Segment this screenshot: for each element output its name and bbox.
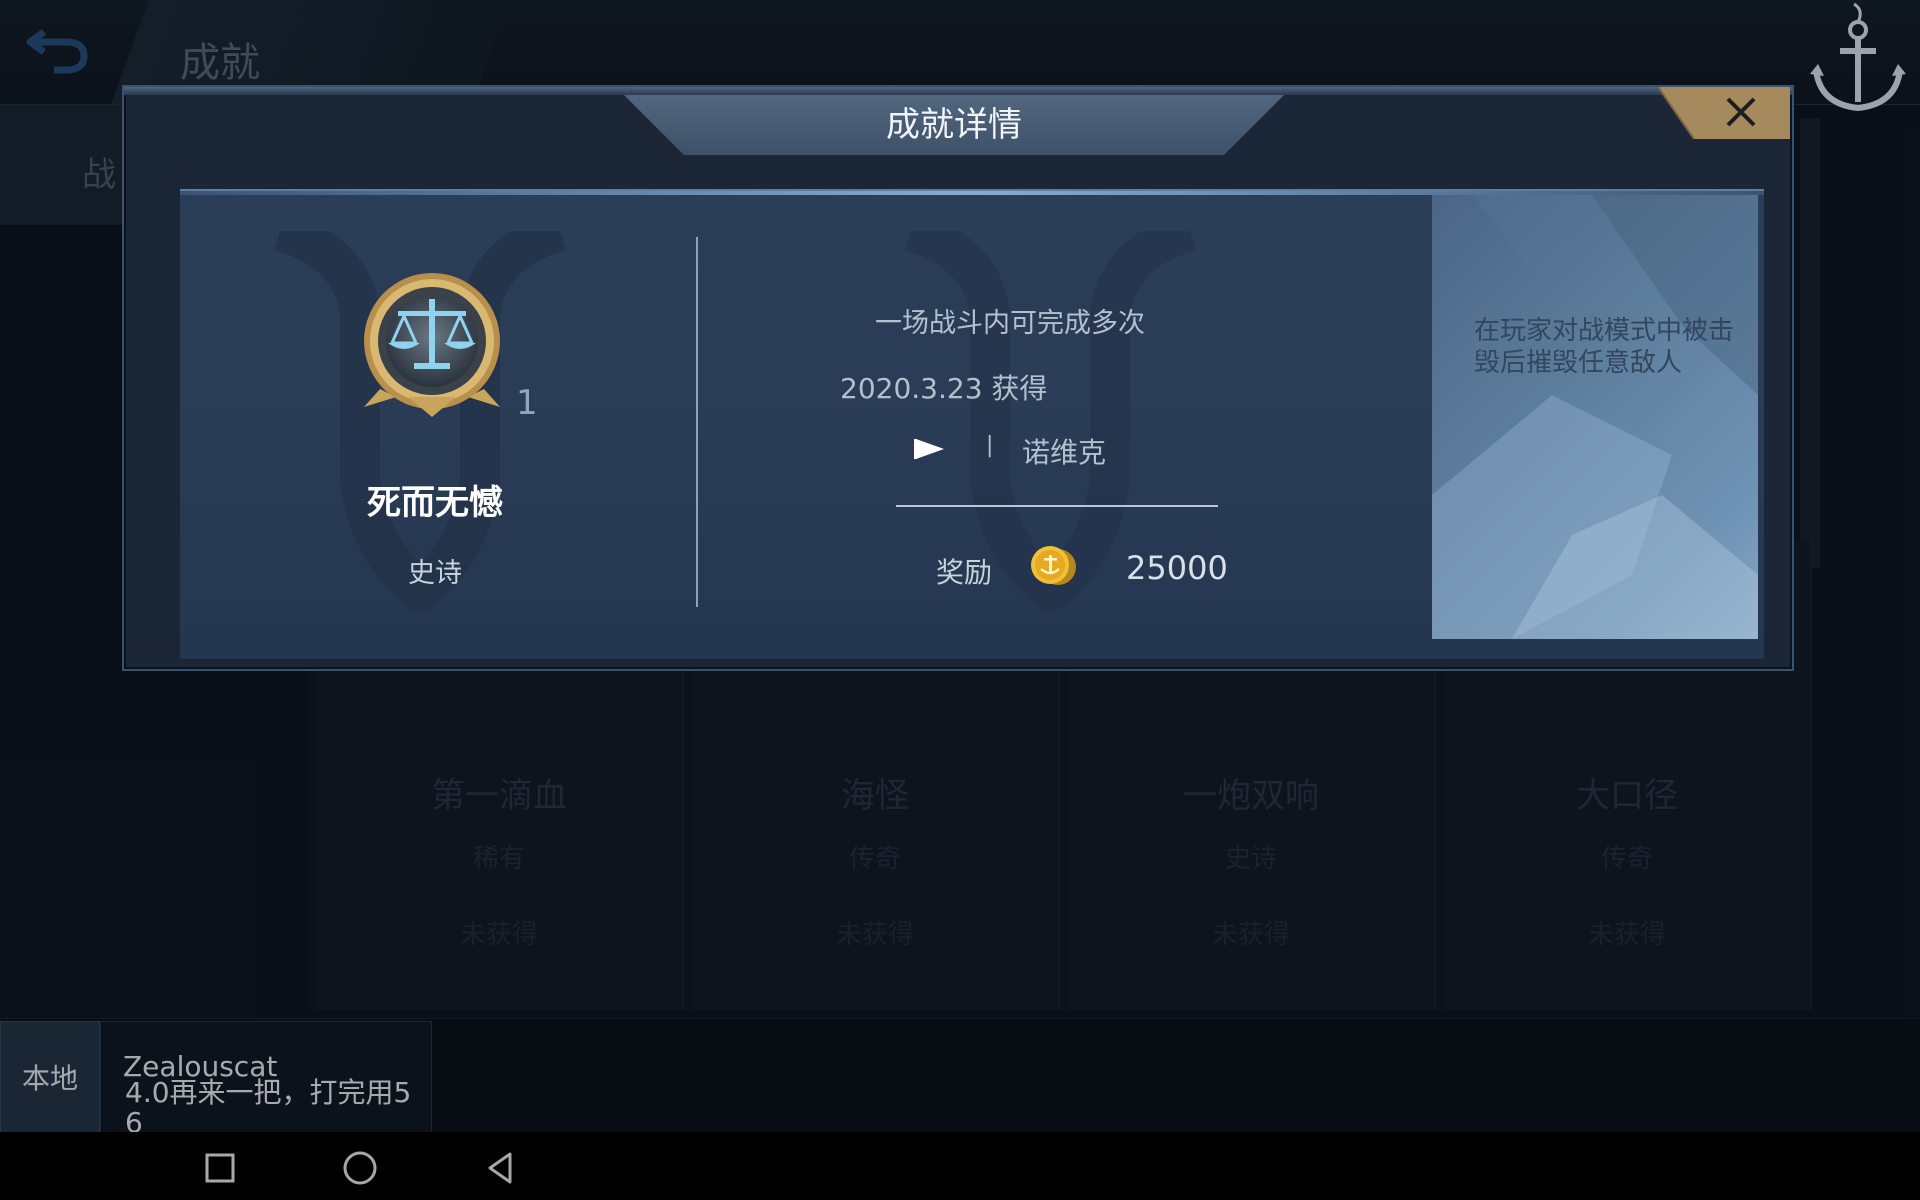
condition-text: 在玩家对战模式中被击毁后摧毁任意敌人 [1474,316,1735,378]
dialog-top-border [124,87,1792,95]
reward-label: 奖励 [936,556,993,589]
reward-amount: 25000 [1126,549,1228,587]
ship-name: 诺维克 [1022,436,1107,469]
separator: | [986,433,994,458]
horizontal-divider [896,505,1218,507]
detail-panel: 1 死而无憾 史诗 一场战斗内可完成多次 2020.3.23 获得 | 诺维克 … [180,189,1764,659]
flag-icon [914,439,944,459]
dialog-title: 成就详情 [886,105,1022,145]
obtained-date: 2020.3.23 获得 [840,372,1048,405]
achievement-name: 死而无憾 [367,483,503,523]
crystal-pattern [1432,195,1758,639]
gold-coin-icon [1031,546,1076,585]
condition-card: 在玩家对战模式中被击毁后摧毁任意敌人 [1432,195,1758,639]
achievement-detail-dialog: 成就详情 1 死而无憾 史诗 一场战斗内可完成多次 2020.3.23 获得 |… [122,85,1794,671]
achievement-rarity: 史诗 [408,558,462,589]
achievement-description: 一场战斗内可完成多次 [875,308,1145,339]
achievement-count: 1 [516,383,538,423]
scales-badge-icon [364,273,500,417]
vertical-divider [696,237,698,607]
close-icon[interactable] [1658,87,1790,139]
